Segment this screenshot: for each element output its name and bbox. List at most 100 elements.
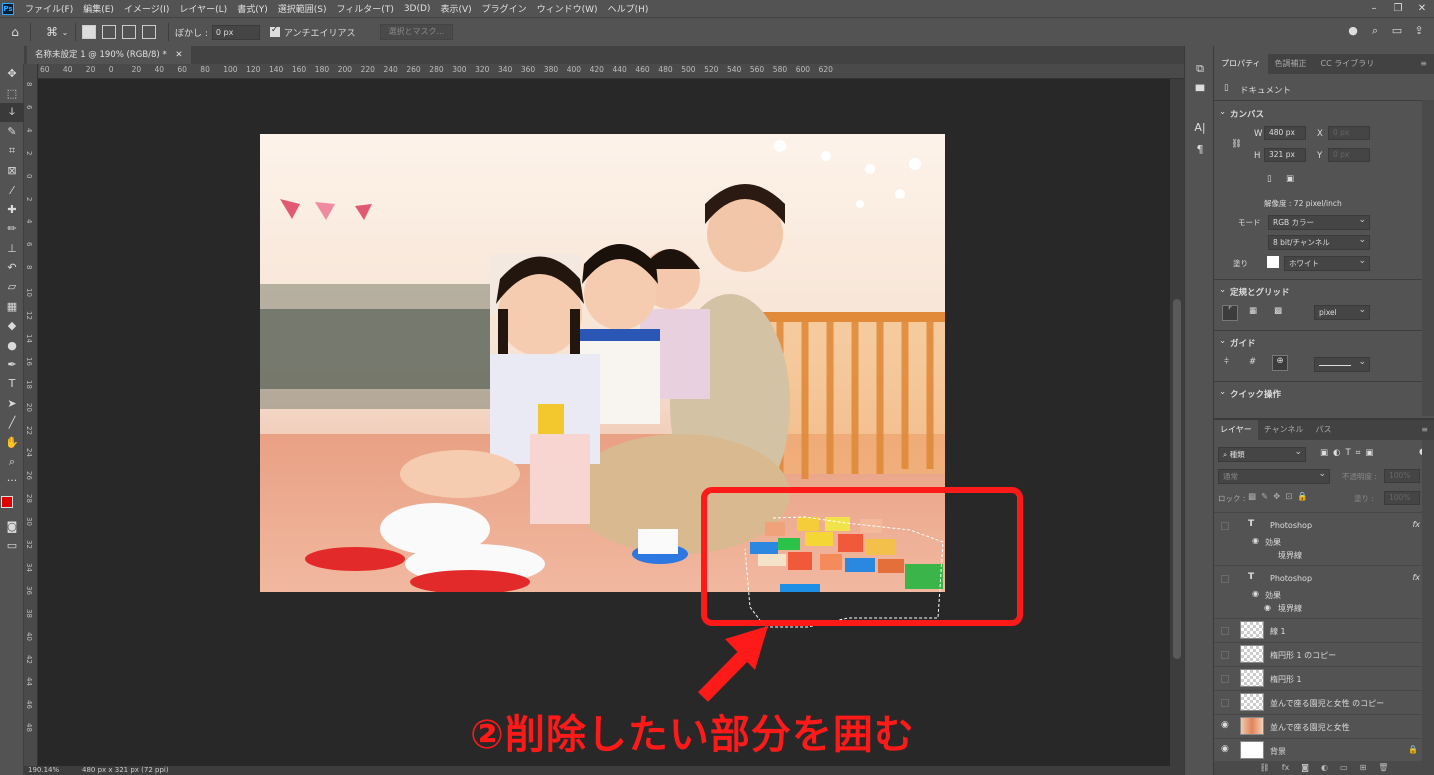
portrait-orientation-icon[interactable]: ▯: [1267, 174, 1272, 184]
blend-mode-select[interactable]: 通常: [1218, 468, 1330, 484]
new-layer-icon[interactable]: ⊞: [1360, 761, 1367, 775]
layer-row[interactable]: T Photoshop fx ◉ 効果 境界線: [1214, 512, 1422, 565]
share-icon[interactable]: ⇪: [1412, 24, 1426, 38]
guide-grid-icon[interactable]: #: [1249, 357, 1256, 367]
tab-properties[interactable]: プロパティ: [1214, 54, 1268, 74]
layer-row[interactable]: ◉ 背景 🔒: [1214, 738, 1422, 762]
chevron-down-icon[interactable]: ⌄: [1219, 107, 1226, 117]
fx-icon[interactable]: fx: [1412, 520, 1420, 529]
path-selection-tool-icon[interactable]: ➤: [0, 394, 24, 413]
layer-row[interactable]: 並んで座る園児と女性 のコピー: [1214, 690, 1422, 714]
home-icon[interactable]: ⌂: [6, 23, 24, 41]
add-selection-button[interactable]: [102, 25, 116, 39]
eye-icon[interactable]: ◉: [1252, 589, 1259, 598]
fx-icon[interactable]: fx: [1282, 761, 1290, 775]
layer-row[interactable]: 楕円形 1 のコピー: [1214, 642, 1422, 666]
close-icon[interactable]: ✕: [1410, 3, 1434, 14]
more-tools-icon[interactable]: ···: [0, 471, 24, 490]
comments-panel-icon[interactable]: ▀: [1185, 80, 1215, 102]
visibility-toggle[interactable]: [1221, 522, 1229, 530]
quick-mask-icon[interactable]: ◙: [0, 517, 24, 536]
guide-style-select[interactable]: [1314, 356, 1370, 372]
tab-cc-libraries[interactable]: CC ライブラリ: [1314, 54, 1382, 74]
gradient-tool-icon[interactable]: ▦: [0, 297, 24, 316]
zoom-level[interactable]: 190.14%: [28, 766, 59, 774]
canvas-area[interactable]: ②削除したい部分を囲む: [38, 79, 1170, 766]
eye-icon[interactable]: ◉: [1221, 744, 1231, 754]
frame-tool-icon[interactable]: ⊠: [0, 161, 24, 180]
move-tool-icon[interactable]: ✥: [0, 64, 24, 83]
screen-mode-icon[interactable]: ▭: [0, 536, 24, 555]
menu-window[interactable]: ウィンドウ(W): [532, 2, 603, 15]
minimize-icon[interactable]: –: [1362, 3, 1386, 14]
vertical-scrollbar[interactable]: [1170, 79, 1184, 766]
chevron-down-icon[interactable]: ⌄: [1219, 285, 1226, 295]
new-selection-button[interactable]: [82, 25, 96, 39]
crop-tool-icon[interactable]: ⌗: [0, 142, 24, 161]
eye-icon[interactable]: ◉: [1252, 536, 1259, 545]
history-panel-icon[interactable]: ⧉: [1185, 58, 1215, 80]
menu-layer[interactable]: レイヤー(L): [174, 2, 232, 15]
menu-plugins[interactable]: プラグイン: [477, 2, 532, 15]
dodge-tool-icon[interactable]: ●: [0, 335, 24, 354]
layer-filter-select[interactable]: ⌕ 種類: [1218, 446, 1306, 462]
width-input[interactable]: 480 px: [1264, 126, 1306, 140]
tab-channels[interactable]: チャンネル: [1258, 420, 1310, 440]
character-panel-icon[interactable]: A|: [1185, 116, 1215, 138]
menu-type[interactable]: 書式(Y): [232, 2, 273, 15]
document-tab[interactable]: 名称未設定 1 @ 190% (RGB/8) * ✕: [27, 46, 191, 64]
guide-new-icon[interactable]: ⊕: [1272, 355, 1288, 371]
menu-select[interactable]: 選択範囲(S): [273, 2, 332, 15]
blur-tool-icon[interactable]: ◆: [0, 316, 24, 335]
menu-image[interactable]: イメージ(I): [119, 2, 175, 15]
adjustment-layer-icon[interactable]: ◐: [1321, 761, 1328, 775]
select-and-mask-button[interactable]: 選択とマスク...: [379, 24, 454, 40]
tab-adjustments[interactable]: 色調補正: [1268, 54, 1314, 74]
panel-menu-icon[interactable]: ≡: [1415, 420, 1434, 440]
eye-icon[interactable]: ◉: [1264, 603, 1271, 612]
fill-select[interactable]: ホワイト: [1284, 255, 1370, 271]
panel-menu-icon[interactable]: ≡: [1413, 54, 1434, 74]
ruler-toggle-icon[interactable]: ⌜: [1222, 305, 1238, 321]
height-input[interactable]: 321 px: [1264, 148, 1306, 162]
marquee-tool-icon[interactable]: ⬚: [0, 83, 24, 102]
foreground-color[interactable]: [1, 495, 13, 508]
paragraph-panel-icon[interactable]: ¶: [1185, 138, 1215, 160]
lasso-tool-icon[interactable]: ↆ: [0, 102, 24, 123]
link-icon[interactable]: ⛓: [1231, 139, 1242, 149]
antialias-checkbox[interactable]: [269, 25, 280, 37]
visibility-toggle[interactable]: [1221, 699, 1229, 707]
pixel-grid-icon[interactable]: ▩: [1274, 306, 1282, 316]
link-layers-icon[interactable]: ⛓: [1260, 761, 1270, 775]
delete-layer-icon[interactable]: 🗑: [1378, 761, 1388, 775]
chevron-down-icon[interactable]: ⌄: [1219, 387, 1226, 397]
close-tab-icon[interactable]: ✕: [175, 50, 182, 60]
eye-icon[interactable]: ◉: [1221, 720, 1231, 730]
visibility-toggle[interactable]: [1221, 627, 1229, 635]
history-brush-tool-icon[interactable]: ↶: [0, 258, 24, 277]
add-mask-icon[interactable]: ◙: [1301, 761, 1309, 775]
type-tool-icon[interactable]: T: [0, 374, 24, 393]
lock-icons[interactable]: ▩✎✥⊡🔒: [1248, 492, 1313, 502]
line-tool-icon[interactable]: ╱: [0, 413, 24, 432]
clone-stamp-tool-icon[interactable]: ⊥: [0, 239, 24, 258]
search-icon[interactable]: ⌕: [1368, 24, 1382, 38]
quick-select-tool-icon[interactable]: ✎: [0, 122, 24, 141]
color-swatches[interactable]: [0, 491, 24, 517]
polygonal-lasso-preset-icon[interactable]: ⌘: [43, 23, 61, 41]
tab-paths[interactable]: パス: [1310, 420, 1338, 440]
pen-tool-icon[interactable]: ✒: [0, 355, 24, 374]
fill-swatch[interactable]: [1267, 256, 1279, 268]
properties-scrollbar[interactable]: [1422, 100, 1434, 416]
layers-scrollbar[interactable]: [1422, 440, 1434, 763]
eyedropper-tool-icon[interactable]: ⁄: [0, 180, 24, 199]
hand-tool-icon[interactable]: ✋: [0, 432, 24, 451]
menu-filter[interactable]: フィルター(T): [331, 2, 398, 15]
chevron-down-icon[interactable]: ⌄: [61, 23, 69, 41]
restore-icon[interactable]: ❐: [1386, 3, 1410, 14]
menu-3d[interactable]: 3D(D): [399, 4, 436, 14]
chevron-down-icon[interactable]: ⌄: [1219, 336, 1226, 346]
bit-depth-select[interactable]: 8 bit/チャンネル: [1268, 234, 1370, 250]
document-image[interactable]: [260, 134, 945, 592]
x-input[interactable]: 0 px: [1328, 126, 1370, 140]
